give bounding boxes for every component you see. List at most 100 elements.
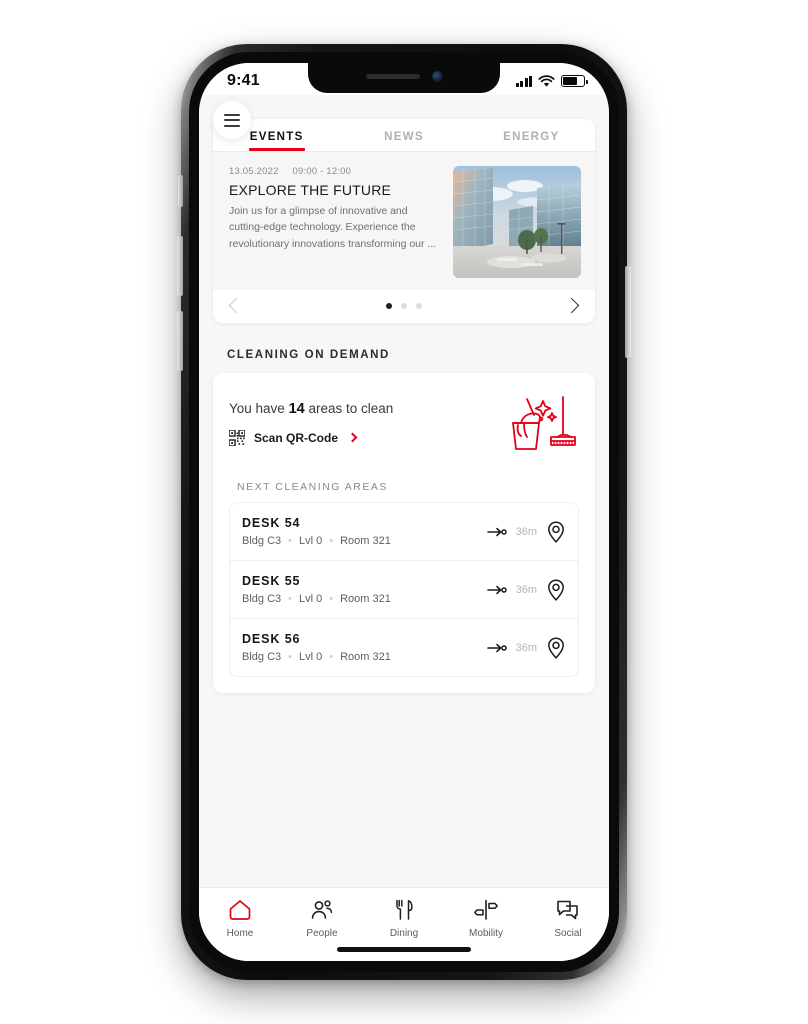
- chevron-left-icon[interactable]: [228, 297, 245, 314]
- status-icons: [515, 74, 588, 88]
- carousel-dots: [386, 302, 422, 309]
- earpiece-speaker-icon: [365, 74, 420, 79]
- desk-location: Bldg C3 • Lvl 0 • Room 321: [242, 535, 487, 547]
- map-pin-icon[interactable]: [546, 636, 566, 660]
- nav-label-home: Home: [226, 928, 254, 939]
- desk-level: Lvl 0: [299, 535, 323, 547]
- desk-name: DESK 56: [242, 632, 301, 646]
- scan-qr-label: Scan QR-Code: [254, 430, 339, 445]
- cleaning-summary-text: You have 14 areas to clean Scan QR-Code: [229, 401, 393, 446]
- desk-info: DESK 54 Bldg C3 • Lvl 0 • Room 321: [242, 516, 487, 547]
- tab-energy[interactable]: ENERGY: [468, 131, 595, 151]
- separator-dot: •: [288, 535, 292, 547]
- qr-code-icon: [229, 429, 245, 446]
- nav-item-dining[interactable]: Dining: [363, 898, 445, 939]
- hamburger-menu-icon[interactable]: [213, 101, 251, 139]
- nav-label-people: People: [306, 928, 338, 939]
- event-image: [453, 166, 581, 278]
- chevron-right-icon[interactable]: [563, 297, 580, 314]
- desk-distance-group: 36m: [486, 578, 566, 602]
- event-time: 09:00 - 12:00: [292, 166, 352, 177]
- cleaning-bucket-broom-icon: [507, 391, 579, 455]
- chat-bubbles-icon: [557, 900, 578, 920]
- carousel-dot-2[interactable]: [401, 302, 407, 309]
- people-icon: [311, 900, 333, 919]
- nav-item-home[interactable]: Home: [199, 898, 281, 939]
- cleaning-card: You have 14 areas to clean Scan QR-Code …: [213, 373, 595, 693]
- event-title: EXPLORE THE FUTURE: [229, 182, 392, 198]
- list-item[interactable]: DESK 54 Bldg C3 • Lvl 0 • Room 321 36m: [230, 503, 578, 560]
- desk-distance-group: 36m: [486, 520, 566, 544]
- list-item[interactable]: DESK 56 Bldg C3 • Lvl 0 • Room 321 36m: [230, 618, 578, 676]
- desk-location: Bldg C3 • Lvl 0 • Room 321: [242, 651, 487, 663]
- cleaning-areas-list: DESK 54 Bldg C3 • Lvl 0 • Room 321 36m D…: [229, 502, 579, 677]
- desk-name: DESK 55: [242, 574, 301, 588]
- signpost-icon: [474, 899, 498, 920]
- cellular-bars-icon: [515, 75, 532, 87]
- separator-dot: •: [288, 651, 292, 663]
- nav-item-mobility[interactable]: Mobility: [445, 898, 527, 939]
- desk-room: Room 321: [340, 593, 391, 605]
- event-meta: 13.05.2022 09:00 - 12:00: [229, 166, 443, 177]
- volume-down-button[interactable]: [177, 311, 183, 371]
- desk-location: Bldg C3 • Lvl 0 • Room 321: [242, 593, 487, 605]
- desk-distance: 36m: [515, 641, 537, 654]
- desk-distance-group: 36m: [486, 636, 566, 660]
- route-arrow-icon: [486, 643, 507, 652]
- carousel-controls: [213, 290, 595, 323]
- nav-item-people[interactable]: People: [281, 898, 363, 939]
- battery-icon: [561, 75, 588, 87]
- desk-info: DESK 55 Bldg C3 • Lvl 0 • Room 321: [242, 574, 487, 605]
- separator-dot: •: [329, 593, 334, 605]
- event-description: Join us for a glimpse of innovative and …: [229, 205, 437, 250]
- cleaning-headline-suffix: areas to clean: [308, 400, 394, 416]
- power-button[interactable]: [625, 266, 631, 358]
- route-arrow-icon: [486, 585, 507, 594]
- events-card: EVENTS NEWS ENERGY 13.05.2022 09:00 - 12…: [213, 119, 595, 323]
- cleaning-summary: You have 14 areas to clean Scan QR-Code: [229, 391, 579, 455]
- desk-distance: 36m: [515, 525, 537, 538]
- nav-label-social: Social: [554, 928, 582, 939]
- route-arrow-icon: [486, 527, 507, 536]
- home-indicator[interactable]: [337, 947, 471, 952]
- tab-bar: EVENTS NEWS ENERGY: [213, 119, 595, 151]
- separator-dot: •: [329, 535, 334, 547]
- status-time: 9:41: [227, 72, 260, 89]
- separator-dot: •: [288, 593, 292, 605]
- tab-news[interactable]: NEWS: [340, 131, 467, 151]
- silent-switch[interactable]: [178, 175, 183, 207]
- desk-room: Room 321: [340, 535, 391, 547]
- next-cleaning-areas-title: NEXT CLEANING AREAS: [237, 481, 388, 493]
- event-slide[interactable]: 13.05.2022 09:00 - 12:00 EXPLORE THE FUT…: [213, 152, 595, 290]
- event-date: 13.05.2022: [229, 166, 279, 177]
- scan-qr-button[interactable]: Scan QR-Code: [229, 429, 393, 446]
- scroll-area[interactable]: EVENTS NEWS ENERGY 13.05.2022 09:00 - 12…: [199, 95, 609, 887]
- front-camera-icon: [431, 71, 443, 82]
- carousel-dot-1[interactable]: [386, 302, 392, 309]
- cleaning-count: 14: [288, 400, 305, 417]
- map-pin-icon[interactable]: [546, 520, 566, 544]
- home-icon: [229, 900, 251, 920]
- desk-name: DESK 54: [242, 516, 301, 530]
- event-text-block: 13.05.2022 09:00 - 12:00 EXPLORE THE FUT…: [229, 166, 443, 278]
- desk-distance: 36m: [515, 583, 537, 596]
- desk-level: Lvl 0: [299, 651, 323, 663]
- cleaning-headline-prefix: You have: [229, 400, 285, 416]
- desk-building: Bldg C3: [242, 535, 282, 547]
- screenshot-canvas: 9:41 EVENTS NEWS ENERGY 13.05.2022 09:00…: [0, 0, 808, 1024]
- desk-building: Bldg C3: [242, 651, 282, 663]
- list-item[interactable]: DESK 55 Bldg C3 • Lvl 0 • Room 321 36m: [230, 560, 578, 618]
- carousel-dot-3[interactable]: [416, 302, 422, 309]
- desk-info: DESK 56 Bldg C3 • Lvl 0 • Room 321: [242, 632, 487, 663]
- map-pin-icon[interactable]: [546, 578, 566, 602]
- nav-label-mobility: Mobility: [469, 928, 503, 939]
- desk-room: Room 321: [340, 651, 391, 663]
- section-title-cleaning: CLEANING ON DEMAND: [227, 349, 390, 361]
- nav-item-social[interactable]: Social: [527, 898, 609, 939]
- nav-label-dining: Dining: [389, 928, 419, 939]
- desk-building: Bldg C3: [242, 593, 282, 605]
- phone-screen: 9:41 EVENTS NEWS ENERGY 13.05.2022 09:00…: [199, 63, 609, 961]
- separator-dot: •: [329, 651, 334, 663]
- volume-up-button[interactable]: [177, 236, 183, 296]
- app-container: EVENTS NEWS ENERGY 13.05.2022 09:00 - 12…: [199, 95, 609, 961]
